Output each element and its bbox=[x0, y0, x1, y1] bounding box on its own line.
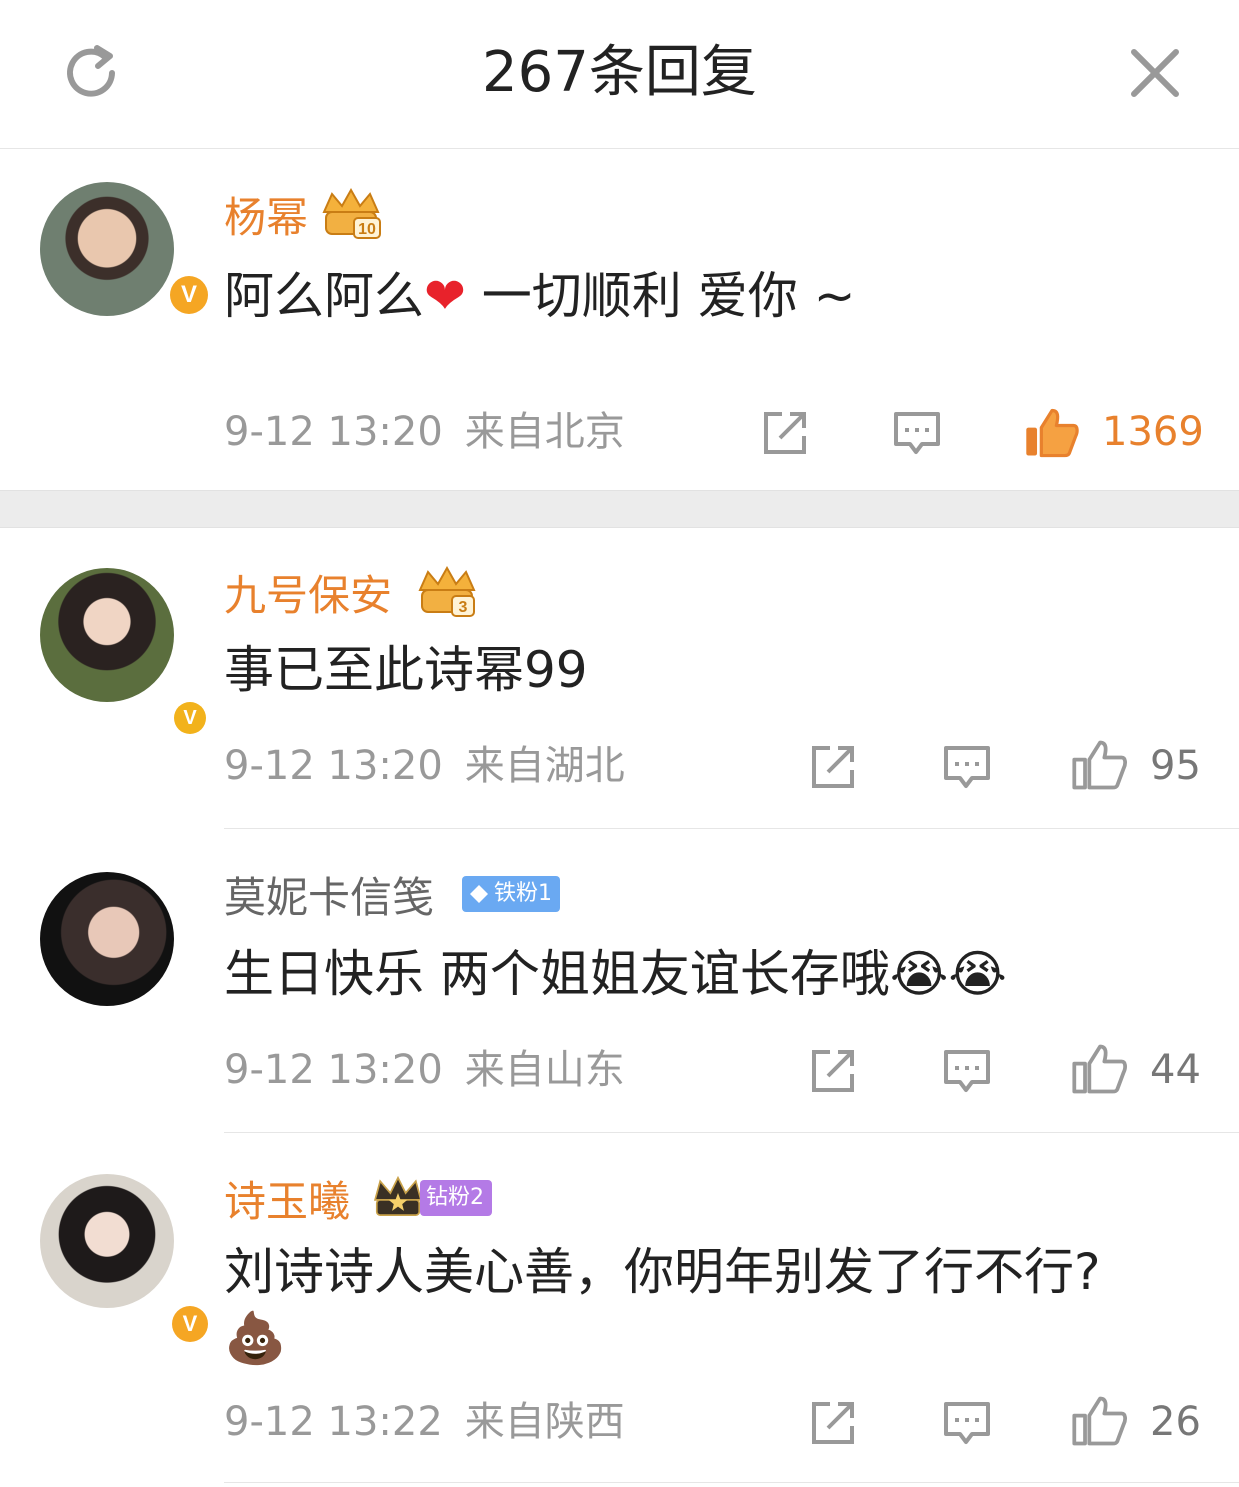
like-icon[interactable] bbox=[1070, 736, 1128, 794]
verified-badge-icon: V bbox=[170, 698, 210, 738]
divider bbox=[224, 828, 1239, 829]
username[interactable]: 九号保安 bbox=[224, 570, 392, 622]
comment-date: 9-12 13:20 bbox=[224, 409, 443, 455]
header-bar: 267条回复 bbox=[0, 0, 1239, 149]
comment-date: 9-12 13:20 bbox=[224, 1047, 443, 1093]
crown-level: 10 bbox=[358, 221, 376, 238]
comment-meta: 9-12 13:20 来自湖北 bbox=[224, 742, 625, 790]
comment-meta: 9-12 13:20 来自北京 bbox=[224, 408, 625, 456]
comment-icon[interactable] bbox=[890, 406, 944, 460]
comment-icon[interactable] bbox=[940, 1396, 994, 1450]
crown-level: 3 bbox=[459, 599, 468, 616]
comment-text-main: 阿么阿么 bbox=[224, 267, 424, 325]
like-count: 1369 bbox=[1102, 409, 1204, 455]
comment-date: 9-12 13:20 bbox=[224, 743, 443, 789]
comment-meta: 9-12 13:20 来自山东 bbox=[224, 1046, 625, 1094]
close-icon[interactable] bbox=[1124, 42, 1186, 104]
comment-date: 9-12 13:22 bbox=[224, 1399, 443, 1445]
avatar[interactable] bbox=[40, 872, 174, 1006]
divider bbox=[224, 1482, 1239, 1483]
section-gap bbox=[0, 490, 1239, 528]
comment-icon[interactable] bbox=[940, 1044, 994, 1098]
comment-location: 来自湖北 bbox=[464, 743, 625, 789]
comment-location: 来自北京 bbox=[464, 409, 625, 455]
crown-badge-icon: 3 bbox=[418, 565, 476, 617]
fan-badge: 铁粉1 bbox=[462, 876, 560, 912]
like-count: 95 bbox=[1150, 743, 1201, 789]
poop-emoji-icon: 💩 bbox=[224, 1309, 287, 1367]
username[interactable]: 诗玉曦 bbox=[224, 1176, 350, 1228]
verified-badge-icon: V bbox=[168, 1302, 212, 1346]
like-count: 44 bbox=[1150, 1047, 1201, 1093]
avatar[interactable]: V bbox=[40, 182, 212, 318]
crying-emoji-icon: 😭😭 bbox=[889, 945, 1007, 1003]
comment-text: 阿么阿么❤ 一切顺利 爱你 ~ bbox=[224, 264, 855, 328]
comment-text-rest: 一切顺利 爱你 ~ bbox=[465, 267, 856, 325]
like-icon[interactable] bbox=[1070, 1040, 1128, 1098]
fan-badge-label: 钻粉2 bbox=[426, 1185, 484, 1210]
comment-item: 莫妮卡信笺 铁粉1 生日快乐 两个姐姐友谊长存哦😭😭 9-12 13:20 来自山… bbox=[0, 830, 1239, 1133]
crown-badge-icon: 10 bbox=[322, 187, 381, 239]
page-title: 267条回复 bbox=[482, 40, 757, 105]
comment-item: V 杨幂 10 阿么阿么❤ 一切顺利 爱你 ~ 9-12 13:20 来自北京 1… bbox=[0, 148, 1239, 490]
comment-text-main: 生日快乐 两个姐姐友谊长存哦 bbox=[224, 945, 890, 1003]
verified-badge-icon: V bbox=[166, 272, 212, 318]
divider bbox=[224, 1132, 1239, 1133]
fan-badge: 钻粉2 bbox=[420, 1180, 492, 1216]
share-icon[interactable] bbox=[758, 406, 812, 460]
share-icon[interactable] bbox=[806, 740, 860, 794]
fan-badge-label: 铁粉1 bbox=[494, 881, 552, 906]
share-icon[interactable] bbox=[806, 1044, 860, 1098]
diamond-icon bbox=[470, 885, 488, 903]
comment-icon[interactable] bbox=[940, 740, 994, 794]
like-icon[interactable] bbox=[1070, 1392, 1128, 1450]
avatar[interactable]: V bbox=[40, 1174, 212, 1346]
username[interactable]: 杨幂 bbox=[224, 192, 308, 244]
comment-text: 刘诗诗人美心善，你明年别发了行不行? bbox=[224, 1243, 1101, 1301]
comment-location: 来自陕西 bbox=[464, 1399, 625, 1445]
comment-item: V 诗玉曦 钻粉2 刘诗诗人美心善，你明年别发了行不行? 💩 9-12 13:2… bbox=[0, 1134, 1239, 1484]
crown-badge-icon bbox=[373, 1175, 423, 1216]
comment-text: 事已至此诗幂99 bbox=[224, 641, 588, 699]
comment-location: 来自山东 bbox=[464, 1047, 625, 1093]
avatar[interactable]: V bbox=[40, 568, 210, 738]
comment-item: V 九号保安 3 事已至此诗幂99 9-12 13:20 来自湖北 95 bbox=[0, 526, 1239, 829]
share-icon[interactable] bbox=[806, 1396, 860, 1450]
comment-text: 生日快乐 两个姐姐友谊长存哦😭😭 bbox=[224, 942, 1007, 1006]
like-count: 26 bbox=[1150, 1399, 1201, 1445]
heart-emoji-icon: ❤ bbox=[424, 267, 466, 325]
like-icon[interactable] bbox=[1022, 404, 1080, 462]
comment-meta: 9-12 13:22 来自陕西 bbox=[224, 1398, 625, 1446]
username[interactable]: 莫妮卡信笺 bbox=[224, 872, 434, 924]
